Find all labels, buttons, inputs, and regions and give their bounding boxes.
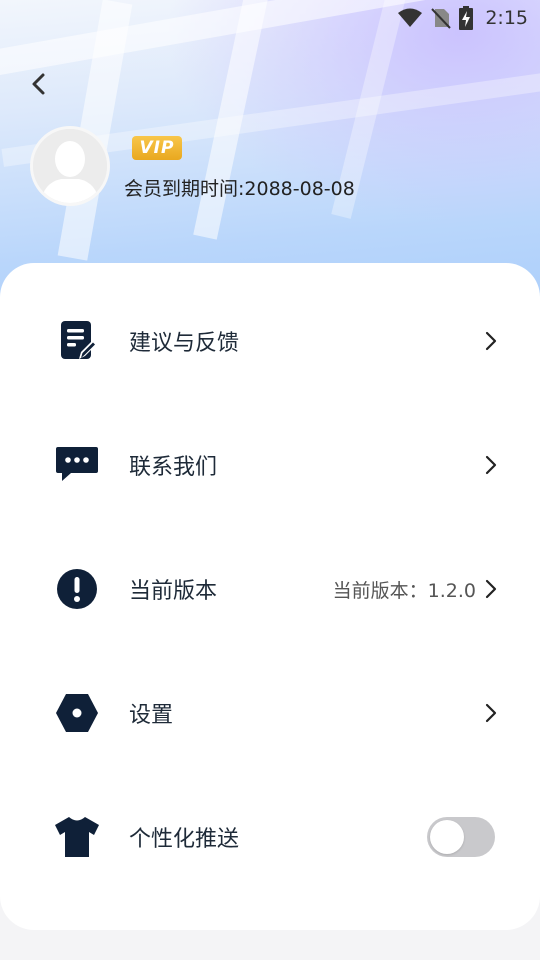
menu-item-label: 建议与反馈 — [129, 331, 240, 356]
chat-bubble-icon — [54, 442, 100, 488]
back-button[interactable] — [24, 68, 54, 100]
vip-badge: VIP — [132, 136, 182, 160]
membership-expiry-text: 会员到期时间:2088-08-08 — [124, 178, 355, 200]
feedback-edit-icon — [54, 318, 100, 364]
menu-item-label: 当前版本 — [129, 579, 218, 604]
no-sim-icon — [431, 8, 452, 29]
menu-item-settings[interactable]: 设置 — [0, 673, 540, 753]
chevron-right-icon — [485, 579, 497, 599]
status-time: 2:15 — [485, 7, 528, 29]
version-value: 当前版本：1.2.0 — [332, 579, 476, 602]
menu-item-contact-us[interactable]: 联系我们 — [0, 425, 540, 505]
menu-item-label: 设置 — [129, 703, 174, 728]
exclamation-circle-icon — [54, 566, 100, 612]
menu-item-version[interactable]: 当前版本 当前版本：1.2.0 — [0, 549, 540, 629]
hexagon-settings-icon — [54, 690, 100, 736]
personalized-push-toggle[interactable] — [427, 817, 495, 857]
default-user-avatar — [33, 129, 107, 203]
chevron-left-icon — [32, 73, 45, 95]
chevron-right-icon — [485, 703, 497, 723]
chevron-right-icon — [485, 455, 497, 475]
menu-item-label: 联系我们 — [129, 455, 218, 480]
toggle-knob — [430, 820, 464, 854]
chevron-right-icon — [485, 331, 497, 351]
wifi-icon — [398, 8, 423, 27]
avatar[interactable] — [30, 126, 110, 206]
status-bar: 2:15 — [0, 0, 540, 36]
menu-item-feedback[interactable]: 建议与反馈 — [0, 301, 540, 381]
tshirt-icon — [54, 814, 100, 860]
menu-item-personalized-push: 个性化推送 — [0, 797, 540, 877]
menu-item-label: 个性化推送 — [129, 827, 240, 852]
battery-charging-icon — [459, 6, 474, 30]
